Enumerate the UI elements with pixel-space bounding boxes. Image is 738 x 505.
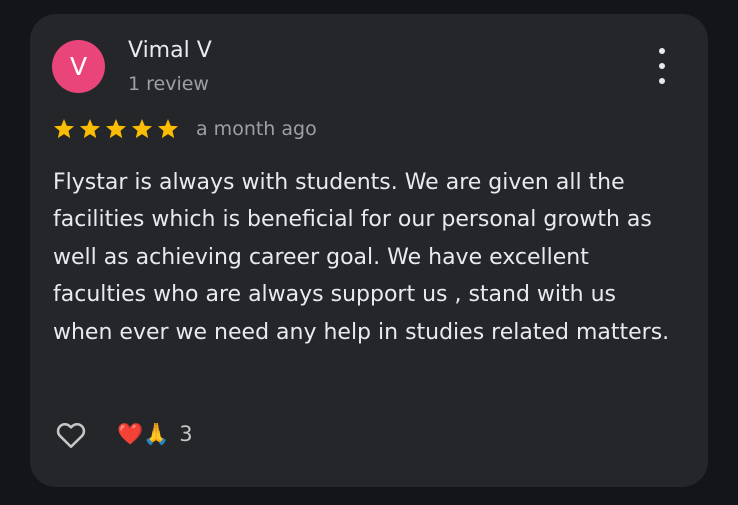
review-card: V Vimal V 1 review a month ago Flystar i…: [30, 14, 708, 487]
more-options-button[interactable]: [647, 48, 677, 84]
star-icon: [79, 118, 101, 139]
more-vert-icon-dot: [659, 63, 665, 69]
reaction-emojis: ❤️🙏: [117, 422, 170, 446]
review-timestamp: a month ago: [196, 118, 317, 140]
star-icon: [53, 118, 75, 139]
avatar-initial: V: [69, 52, 88, 81]
reaction-count: 3: [179, 422, 193, 446]
star-rating: [52, 118, 180, 140]
reactions-summary[interactable]: ❤️🙏 3: [117, 418, 193, 450]
star-icon: [105, 118, 127, 139]
reviewer-name[interactable]: Vimal V: [128, 36, 212, 66]
more-vert-icon-dot: [659, 78, 665, 84]
like-button[interactable]: [52, 416, 90, 452]
heart-outline-icon: [56, 423, 86, 449]
more-vert-icon: [659, 48, 665, 54]
avatar[interactable]: V: [52, 40, 105, 93]
star-icon: [157, 118, 179, 139]
review-text: Flystar is always with students. We are …: [53, 170, 670, 345]
star-icon: [131, 118, 153, 139]
review-count: 1 review: [128, 73, 209, 95]
